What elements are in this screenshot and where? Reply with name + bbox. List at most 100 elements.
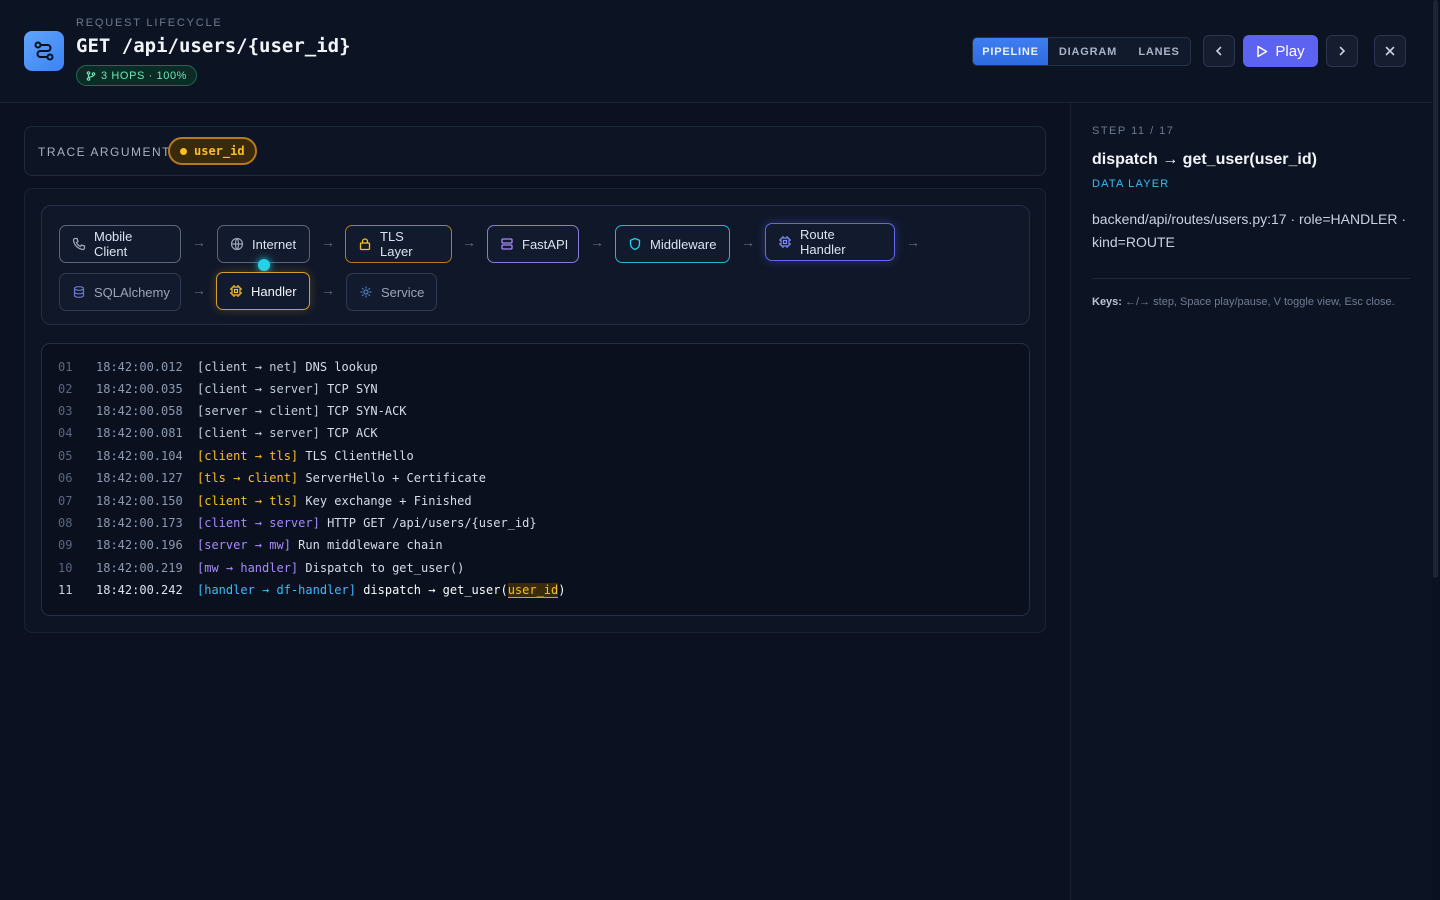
prev-step-button[interactable] xyxy=(1203,35,1235,67)
close-button[interactable] xyxy=(1374,35,1406,67)
node-fastapi[interactable]: FastAPI xyxy=(487,225,579,263)
play-label: Play xyxy=(1275,42,1305,60)
node-sqlalchemy[interactable]: SQLAlchemy xyxy=(59,273,181,311)
node-label: Middleware xyxy=(650,236,717,252)
branch-icon xyxy=(86,70,96,81)
divider xyxy=(1092,278,1410,279)
cpu-icon xyxy=(230,285,242,297)
trace-stage: Mobile Client → Internet → TLS Layer → F… xyxy=(24,188,1046,633)
view-pipeline-button[interactable]: PIPELINE xyxy=(973,38,1048,65)
node-label: Handler xyxy=(251,283,297,299)
log-tag: [server → client] xyxy=(197,404,320,418)
scrollbar[interactable] xyxy=(1432,0,1440,900)
header: REQUEST LIFECYCLE GET /api/users/{user_i… xyxy=(0,0,1432,103)
phone-icon xyxy=(72,237,86,251)
trace-argument-chip[interactable]: user_id xyxy=(168,137,257,165)
log-num: 01 xyxy=(58,360,73,374)
log-message: TCP ACK xyxy=(327,426,378,440)
log-timestamp: 18:42:00.012 xyxy=(96,360,183,374)
log-timestamp: 18:42:00.058 xyxy=(96,404,183,418)
layer-tag: DATA LAYER xyxy=(1092,178,1170,190)
arrow-icon: → xyxy=(192,282,206,298)
node-label: Internet xyxy=(252,236,297,252)
log-timestamp: 18:42:00.196 xyxy=(96,538,183,552)
keys-text: ←/→ step, Space play/pause, V toggle vie… xyxy=(1125,296,1395,308)
log-num: 06 xyxy=(58,471,73,485)
argument-dot-icon xyxy=(180,147,187,155)
step-detail-panel: STEP 11 / 17 dispatch → get_user(user_id… xyxy=(1070,103,1432,900)
node-label: Route Handler xyxy=(800,227,846,257)
play-icon xyxy=(1257,45,1268,57)
log-timestamp: 18:42:00.081 xyxy=(96,426,183,440)
scrollbar-thumb[interactable] xyxy=(1433,0,1438,578)
database-icon xyxy=(73,286,85,298)
packet-dot xyxy=(258,259,270,271)
log-tag: [client → server] xyxy=(197,516,320,530)
arrow-icon: → xyxy=(906,234,920,250)
step-counter: STEP 11 / 17 xyxy=(1092,125,1175,137)
node-label: SQLAlchemy xyxy=(94,284,170,300)
trace-argument-label: TRACE ARGUMENT: xyxy=(38,145,175,159)
node-tls-layer[interactable]: TLS Layer xyxy=(345,225,452,263)
chevron-left-icon xyxy=(1215,46,1222,56)
log-message: TLS ClientHello xyxy=(305,449,414,463)
arrow-icon: → xyxy=(741,234,755,250)
log-tag: [client → tls] xyxy=(197,449,299,463)
log-message: ServerHello + Certificate xyxy=(305,471,487,485)
keyboard-hints: Keys: ←/→ step, Space play/pause, V togg… xyxy=(1092,296,1395,308)
event-log: 01 18:42:00.012 [client → net] DNS lookup… xyxy=(41,343,1030,616)
node-service[interactable]: Service xyxy=(346,273,437,311)
log-timestamp: 18:42:00.219 xyxy=(96,561,183,575)
log-message-end: ) xyxy=(558,583,566,597)
trace-argument-value: user_id xyxy=(194,144,245,158)
next-step-button[interactable] xyxy=(1326,35,1358,67)
step-title: dispatch → get_user(user_id) xyxy=(1092,151,1317,168)
log-num: 08 xyxy=(58,516,73,530)
play-button[interactable]: Play xyxy=(1243,35,1318,67)
node-route-handler[interactable]: Route Handler xyxy=(765,223,895,261)
log-message: HTTP GET /api/users/{user_id} xyxy=(327,516,537,530)
log-tag: [client → server] xyxy=(197,382,320,396)
cpu-icon xyxy=(779,236,791,248)
log-num: 09 xyxy=(58,538,73,552)
log-message: DNS lookup xyxy=(305,360,378,374)
node-label: FastAPI xyxy=(522,236,569,252)
lock-icon xyxy=(359,238,371,251)
view-diagram-button[interactable]: DIAGRAM xyxy=(1048,38,1128,65)
log-tag: [client → net] xyxy=(197,360,299,374)
log-highlighted-argument: user_id xyxy=(507,583,559,598)
log-timestamp: 18:42:00.127 xyxy=(96,471,183,485)
hops-badge: 3 HOPS · 100% xyxy=(76,65,198,86)
page-title: GET /api/users/{user_id} xyxy=(76,35,351,57)
log-timestamp: 18:42:00.104 xyxy=(96,449,183,463)
node-internet[interactable]: Internet xyxy=(217,225,310,263)
log-tag: [client → server] xyxy=(197,426,320,440)
step-detail: backend/api/routes/users.py:17 · role=HA… xyxy=(1092,211,1406,250)
log-num: 05 xyxy=(58,449,73,463)
log-tag: [handler → df-handler] xyxy=(197,583,356,597)
node-handler[interactable]: Handler xyxy=(216,272,310,310)
node-label: Service xyxy=(381,284,425,300)
arrow-icon: → xyxy=(192,234,206,250)
pipeline-view: Mobile Client → Internet → TLS Layer → F… xyxy=(41,205,1030,325)
node-mobile-client[interactable]: Mobile Client xyxy=(59,225,181,263)
hops-text: 3 HOPS · 100% xyxy=(101,69,188,82)
log-timestamp: 18:42:00.035 xyxy=(96,382,183,396)
cog-icon xyxy=(360,286,372,298)
log-message: dispatch → get_user( xyxy=(363,583,508,597)
app-icon xyxy=(24,31,64,71)
log-message: TCP SYN-ACK xyxy=(327,404,407,418)
server-icon xyxy=(501,238,513,250)
node-middleware[interactable]: Middleware xyxy=(615,225,730,263)
log-timestamp: 18:42:00.242 xyxy=(96,583,183,597)
view-toggle: PIPELINE DIAGRAM LANES xyxy=(972,37,1191,66)
log-num: 10 xyxy=(58,561,73,575)
node-label: Mobile Client xyxy=(94,229,133,259)
log-tag: [server → mw] xyxy=(197,538,291,552)
arrow-icon: → xyxy=(590,234,604,250)
close-icon xyxy=(1385,46,1395,56)
arrow-icon: → xyxy=(462,234,476,250)
view-lanes-button[interactable]: LANES xyxy=(1128,38,1190,65)
trace-argument-bar: TRACE ARGUMENT: user_id xyxy=(24,126,1046,176)
log-tag: [client → tls] xyxy=(197,494,299,508)
